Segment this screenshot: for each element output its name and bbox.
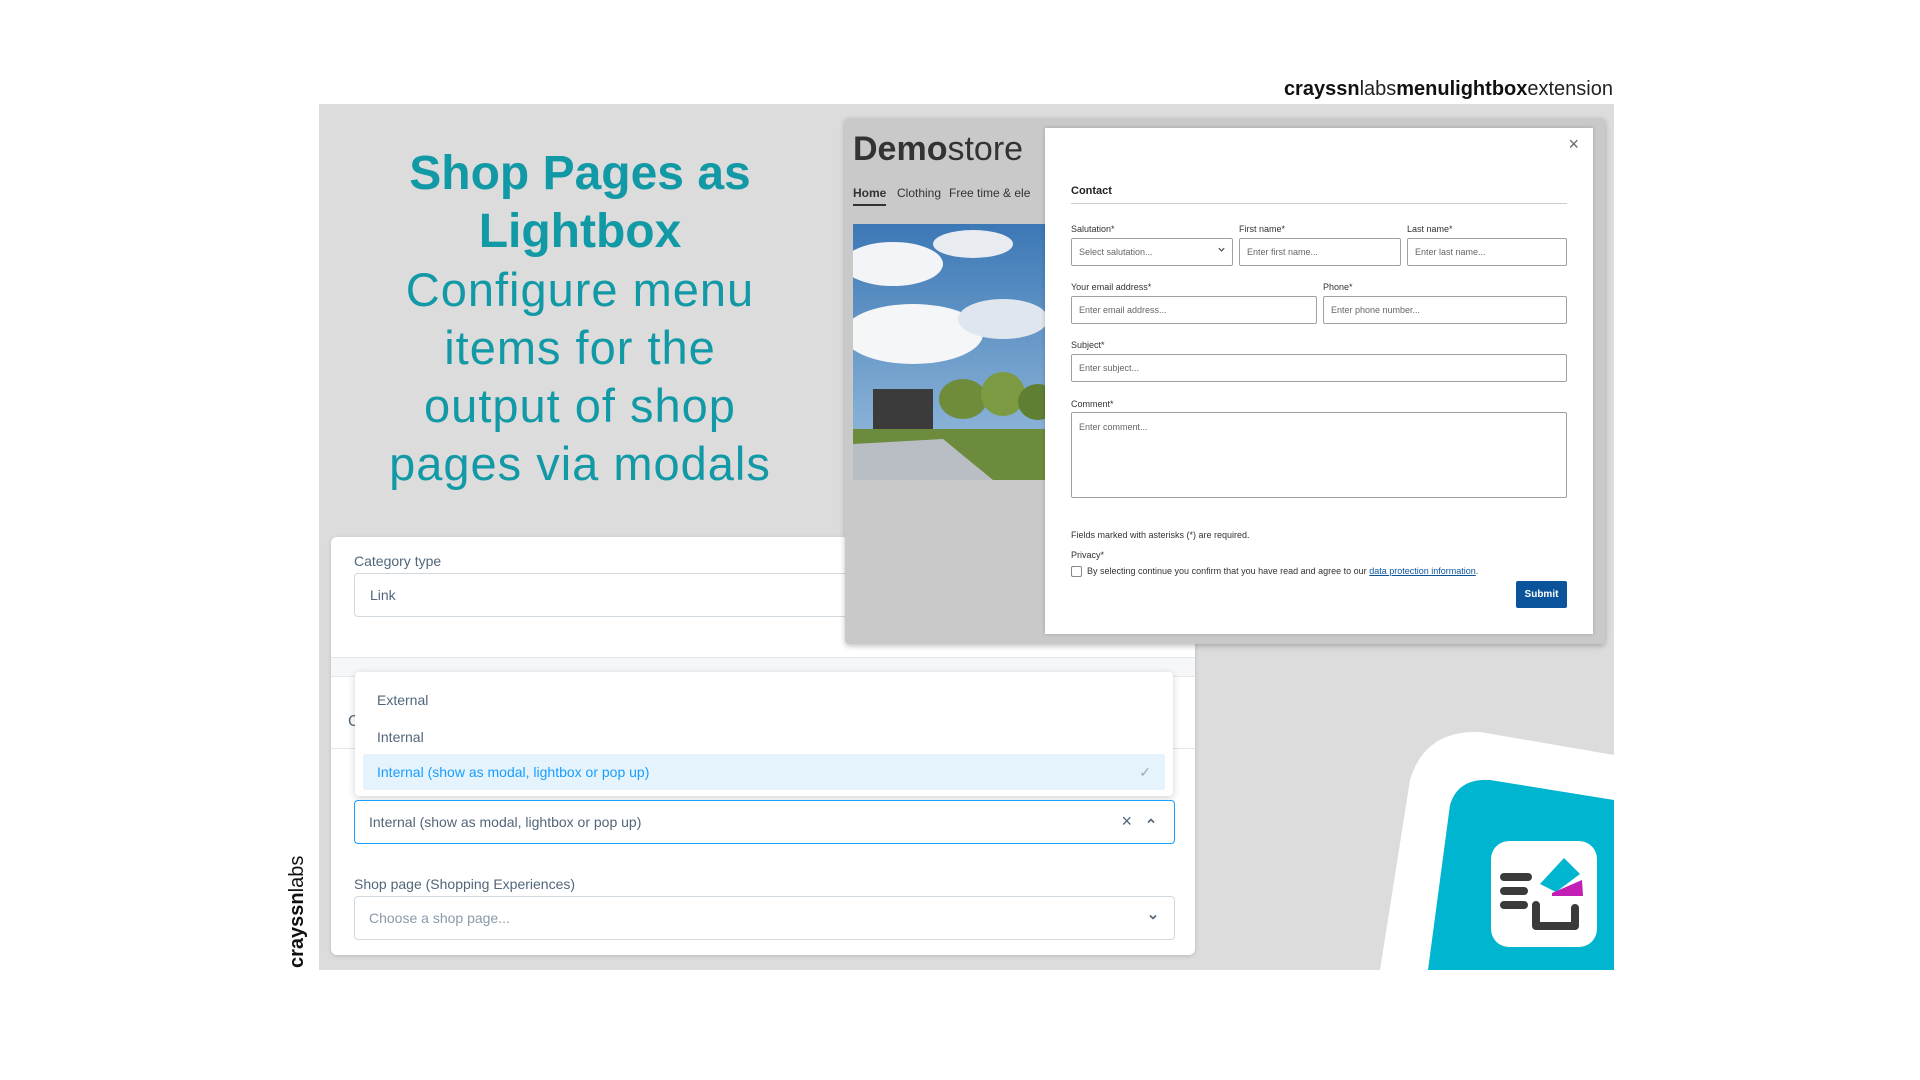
comment-field[interactable]: Enter comment... — [1071, 412, 1567, 498]
consent-text: By selecting continue you confirm that y… — [1087, 566, 1478, 576]
link-type-select-value: Internal (show as modal, lightbox or pop… — [369, 814, 642, 830]
chevron-down-icon[interactable] — [1148, 909, 1158, 925]
submit-button[interactable]: Submit — [1516, 581, 1567, 608]
phone-field[interactable]: Enter phone number... — [1323, 296, 1567, 324]
required-note: Fields marked with asterisks (*) are req… — [1071, 530, 1250, 540]
store-logo-light: store — [947, 130, 1024, 168]
dropdown-option-label: Internal (show as modal, lightbox or pop… — [377, 764, 650, 780]
brand-part: crayssn — [1283, 78, 1360, 100]
chevron-down-icon — [1217, 245, 1226, 257]
subject-field[interactable]: Enter subject... — [1071, 354, 1567, 382]
salutation-label: Salutation* — [1071, 224, 1115, 234]
headline-title: Shop Pages as — [409, 147, 751, 200]
consent-body: By selecting continue you confirm that y… — [1087, 566, 1367, 576]
extension-logo-icon — [1491, 841, 1597, 947]
last-name-label: Last name* — [1407, 224, 1453, 234]
dropdown-option[interactable]: External — [377, 692, 428, 708]
headline-subtitle: output of shop — [424, 379, 736, 432]
store-logo-bold: Demo — [853, 130, 948, 168]
brand-part: extension — [1527, 78, 1613, 100]
corner-decoration — [1380, 731, 1614, 970]
last-name-field[interactable]: Enter last name... — [1407, 238, 1567, 266]
headline-subtitle: items for the — [444, 321, 716, 374]
brand-part: menulightbox — [1396, 78, 1528, 100]
brand-part: labs — [286, 855, 308, 893]
contact-modal: × Contact Salutation* Select salutation.… — [1045, 128, 1593, 634]
chevron-up-icon[interactable] — [1146, 813, 1156, 829]
modal-title: Contact — [1071, 185, 1112, 197]
email-field[interactable]: Enter email address... — [1071, 296, 1317, 324]
salutation-select[interactable]: Select salutation... — [1071, 238, 1233, 266]
shop-page-select[interactable]: Choose a shop page... — [354, 896, 1175, 940]
headline-title: Lightbox — [478, 205, 682, 258]
headline-subtitle: Configure menu — [405, 263, 755, 316]
email-label: Your email address* — [1071, 282, 1152, 292]
consent-end: . — [1475, 566, 1479, 576]
nav-clothing[interactable]: Clothing — [897, 186, 941, 200]
brand-top: crayssnlabsmenulightboxextension — [1284, 78, 1613, 101]
subject-label: Subject* — [1071, 340, 1105, 350]
data-protection-link[interactable]: data protection information — [1369, 566, 1476, 576]
close-icon[interactable]: × — [1568, 134, 1579, 155]
check-icon: ✓ — [1139, 763, 1151, 780]
hero-image — [853, 224, 1053, 480]
link-type-select[interactable]: Internal (show as modal, lightbox or pop… — [354, 800, 1175, 844]
category-type-label: Category type — [354, 553, 442, 569]
headline: Shop Pages as Lightbox Configure menu it… — [360, 145, 800, 493]
brand-side: crayssnlabs — [286, 856, 309, 968]
comment-label: Comment* — [1071, 399, 1114, 409]
phone-label: Phone* — [1323, 282, 1353, 292]
link-type-dropdown: External Internal Internal (show as moda… — [355, 672, 1173, 796]
slide: crayssnlabsmenulightboxextension crayssn… — [0, 0, 1920, 1080]
privacy-label: Privacy* — [1071, 550, 1105, 560]
dropdown-option[interactable]: Internal — [377, 729, 424, 745]
dropdown-option-selected[interactable]: Internal (show as modal, lightbox or pop… — [363, 754, 1165, 790]
clear-icon[interactable]: × — [1121, 811, 1132, 832]
brand-part: crayssn — [286, 892, 308, 968]
store-logo[interactable]: Demostore — [853, 130, 1023, 169]
first-name-label: First name* — [1239, 224, 1286, 234]
privacy-checkbox[interactable] — [1071, 566, 1082, 577]
shop-page-label: Shop page (Shopping Experiences) — [354, 876, 576, 892]
comment-placeholder: Enter comment... — [1079, 422, 1148, 432]
shop-page-placeholder: Choose a shop page... — [369, 910, 510, 926]
first-name-field[interactable]: Enter first name... — [1239, 238, 1401, 266]
nav-home[interactable]: Home — [853, 186, 887, 206]
nav-free-time[interactable]: Free time & ele — [949, 186, 1030, 200]
divider — [1071, 203, 1567, 204]
salutation-value: Select salutation... — [1079, 247, 1153, 257]
headline-subtitle: pages via modals — [389, 437, 771, 490]
brand-part: labs — [1359, 78, 1397, 100]
